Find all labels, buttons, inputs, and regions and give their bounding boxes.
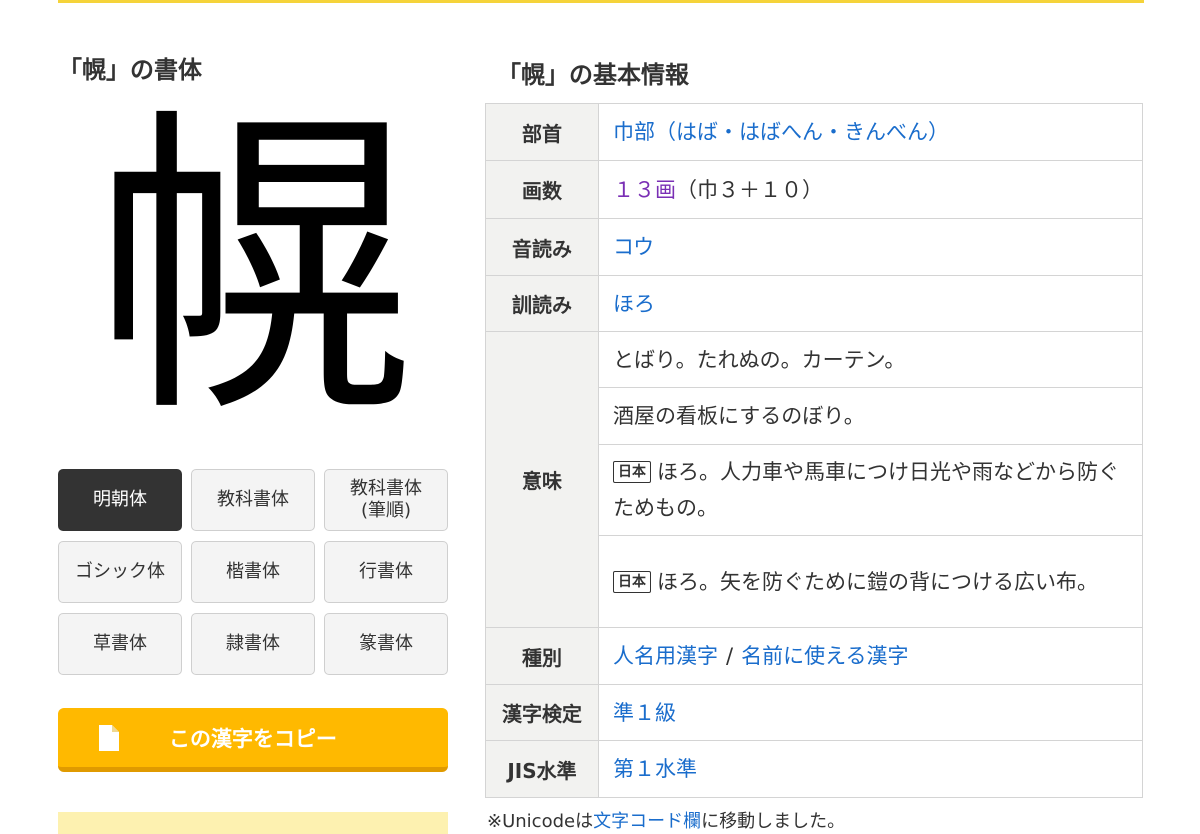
table-row-kun-reading: 訓読み ほろ [485, 275, 1143, 332]
bushu-link[interactable]: 巾部（はば・はばへん・きんべん） [613, 120, 949, 144]
font-button-sosho[interactable]: 草書体 [58, 613, 182, 675]
stroke-count-link[interactable]: １３画 [613, 178, 676, 202]
note-suffix: に移動しました。 [701, 811, 846, 832]
kun-reading-link[interactable]: ほろ [613, 292, 655, 316]
table-row-on-reading: 音読み コウ [485, 218, 1143, 276]
unicode-note: ※Unicodeは文字コード欄に移動しました。 [487, 807, 845, 833]
font-button-gothic[interactable]: ゴシック体 [58, 541, 182, 603]
japan-usage-tag: 日本 [613, 570, 651, 593]
table-row-meaning: 意味 とばり。たれぬの。カーテン。 [485, 331, 1143, 628]
info-section-title: 「幌」の基本情報 [497, 61, 689, 89]
font-button-kyokasho[interactable]: 教科書体 [191, 469, 315, 531]
kentei-level-link[interactable]: 準１級 [613, 701, 676, 725]
japan-usage-tag: 日本 [613, 461, 651, 483]
stroke-breakdown: （巾３＋１０） [676, 177, 823, 202]
font-button-kaisho[interactable]: 楷書体 [191, 541, 315, 603]
document-copy-icon [99, 725, 119, 751]
font-button-reisho[interactable]: 隷書体 [191, 613, 315, 675]
meaning-text: ほろ。人力車や馬車につけ日光や雨などから防ぐためもの。 [613, 460, 1119, 520]
next-section-box [58, 812, 448, 834]
kanji-glyph-display: 幌 [93, 84, 413, 456]
meaning-item: とばり。たれぬの。カーテン。 [598, 331, 1143, 388]
row-label-jis: JIS水準 [485, 740, 599, 798]
table-row-kentei: 漢字検定 準１級 [485, 684, 1143, 741]
name-kanji-link[interactable]: 名前に使える漢字 [741, 644, 908, 668]
font-button-tensho[interactable]: 篆書体 [324, 613, 448, 675]
row-label-bushu: 部首 [485, 103, 599, 161]
row-label-meaning: 意味 [485, 331, 599, 628]
meaning-item: 日本 ほろ。人力車や馬車につけ日光や雨などから防ぐためもの。 [598, 444, 1143, 536]
row-label-type: 種別 [485, 627, 599, 685]
font-button-gyosho[interactable]: 行書体 [324, 541, 448, 603]
table-row-type: 種別 人名用漢字 / 名前に使える漢字 [485, 627, 1143, 685]
copy-kanji-button[interactable]: この漢字をコピー [58, 708, 448, 772]
kanji-info-table: 部首 巾部（はば・はばへん・きんべん） 画数 １３画（巾３＋１０） 音読み コウ… [485, 103, 1143, 798]
on-reading-link[interactable]: コウ [613, 235, 654, 259]
copy-button-label: この漢字をコピー [169, 726, 337, 751]
row-label-kun-reading: 訓読み [485, 275, 599, 332]
meaning-item: 日本 ほろ。矢を防ぐために鎧の背につける広い布。 [598, 535, 1143, 628]
row-label-kakusu: 画数 [485, 160, 599, 219]
fonts-section-title: 「幌」の書体 [58, 56, 202, 84]
row-label-kentei: 漢字検定 [485, 684, 599, 741]
note-prefix: ※Unicodeは [487, 811, 594, 832]
jis-level-link[interactable]: 第１水準 [613, 757, 697, 781]
font-style-selector: 明朝体 教科書体 教科書体 (筆順) ゴシック体 楷書体 行書体 草書体 隷書体… [58, 469, 450, 675]
row-label-on-reading: 音読み [485, 218, 599, 276]
type-separator: / [726, 644, 734, 668]
font-button-kyokasho-stroke-order[interactable]: 教科書体 (筆順) [324, 469, 448, 531]
jinmeiyo-kanji-link[interactable]: 人名用漢字 [613, 644, 718, 668]
top-divider [58, 0, 1144, 3]
table-row-jis: JIS水準 第１水準 [485, 740, 1143, 798]
meaning-item: 酒屋の看板にするのぼり。 [598, 387, 1143, 445]
meaning-text: ほろ。矢を防ぐために鎧の背につける広い布。 [657, 569, 1098, 594]
char-code-link[interactable]: 文字コード欄 [593, 811, 701, 832]
table-row-bushu: 部首 巾部（はば・はばへん・きんべん） [485, 103, 1143, 161]
table-row-kakusu: 画数 １３画（巾３＋１０） [485, 160, 1143, 219]
font-button-mincho[interactable]: 明朝体 [58, 469, 182, 531]
